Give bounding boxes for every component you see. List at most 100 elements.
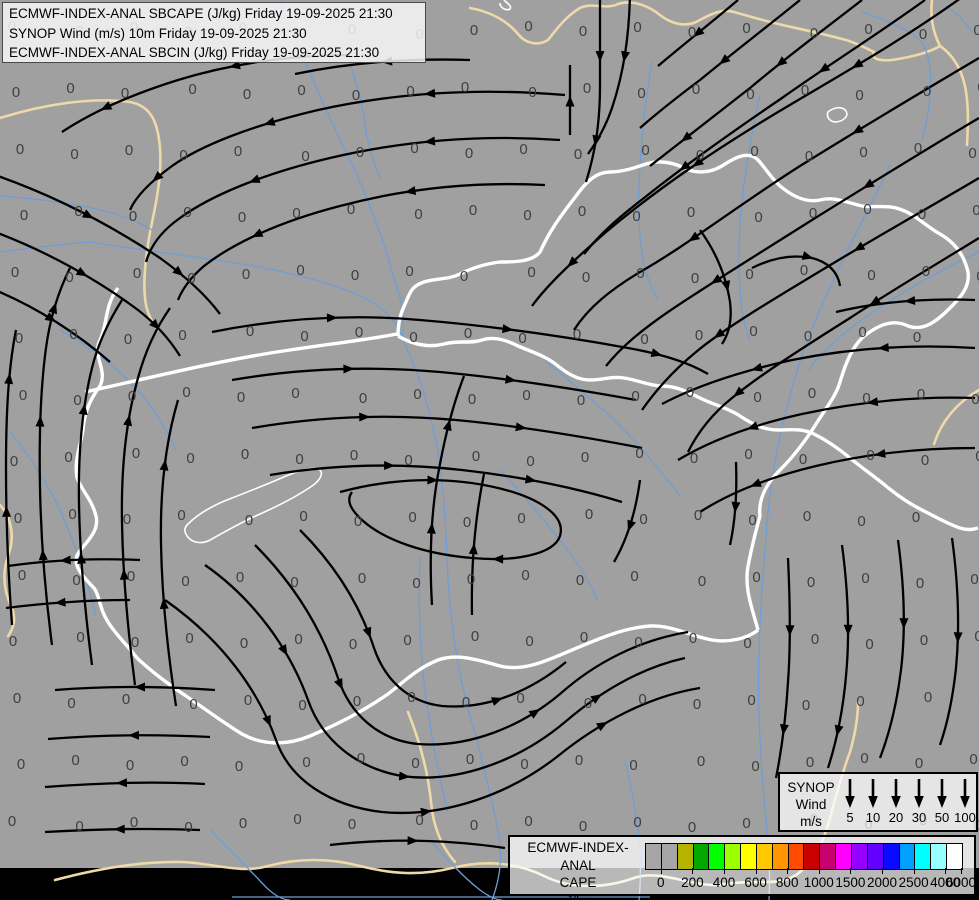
cape-color-cell [803, 844, 820, 869]
wind-scale-entry: 100 [953, 777, 977, 825]
station-value-label: 0 [73, 392, 81, 409]
station-value-label: 0 [472, 448, 480, 465]
station-value-label: 0 [76, 629, 84, 646]
wind-speed-label: 100 [954, 810, 976, 825]
station-value-label: 0 [516, 690, 524, 707]
station-value-label: 0 [803, 508, 811, 525]
station-value-label: 0 [470, 817, 478, 834]
station-value-label: 0 [751, 758, 759, 775]
station-value-label: 0 [861, 570, 869, 587]
station-value-label: 0 [576, 572, 584, 589]
map-title-box: ECMWF-INDEX-ANAL SBCAPE (J/kg) Friday 19… [2, 2, 426, 63]
station-value-label: 0 [524, 18, 532, 35]
station-value-label: 0 [521, 567, 529, 584]
cape-color-cell [740, 844, 756, 869]
wind-speed-label: 30 [911, 810, 927, 825]
station-value-label: 0 [243, 86, 251, 103]
station-value-label: 0 [637, 85, 645, 102]
station-value-label: 0 [466, 751, 474, 768]
station-value-label: 0 [131, 634, 139, 651]
station-value-label: 0 [746, 86, 754, 103]
station-value-label: 0 [526, 453, 534, 470]
station-value-label: 0 [407, 689, 415, 706]
station-value-label: 0 [694, 507, 702, 524]
cape-tick-label: 1000 [803, 875, 834, 890]
station-value-label: 0 [413, 386, 421, 403]
station-value-label: 0 [244, 692, 252, 709]
station-value-label: 0 [66, 80, 74, 97]
station-value-label: 0 [183, 204, 191, 221]
station-value-label: 0 [528, 84, 536, 101]
station-value-label: 0 [177, 507, 185, 524]
wind-scale-entry: 20 [884, 777, 908, 825]
station-value-label: 0 [745, 266, 753, 283]
station-value-label: 0 [72, 572, 80, 589]
cape-tick-mark [818, 868, 820, 874]
station-value-label: 0 [410, 140, 418, 157]
station-value-label: 0 [122, 691, 130, 708]
station-value-label: 0 [351, 267, 359, 284]
station-value-label: 0 [180, 753, 188, 770]
station-value-label: 0 [126, 757, 134, 774]
station-value-label: 0 [632, 208, 640, 225]
station-value-label: 0 [237, 389, 245, 406]
station-value-label: 0 [405, 263, 413, 280]
station-value-label: 0 [406, 83, 414, 100]
station-value-label: 0 [133, 265, 141, 282]
station-value-label: 0 [239, 815, 247, 832]
station-value-label: 0 [749, 323, 757, 340]
station-value-label: 0 [297, 82, 305, 99]
station-value-label: 0 [125, 142, 133, 159]
station-value-label: 0 [807, 574, 815, 591]
station-value-label: 0 [404, 452, 412, 469]
station-value-label: 0 [350, 447, 358, 464]
station-value-label: 0 [356, 144, 364, 161]
station-value-label: 0 [575, 752, 583, 769]
station-value-label: 0 [972, 202, 979, 219]
station-value-label: 0 [292, 205, 300, 222]
station-value-label: 0 [527, 264, 535, 281]
station-value-label: 0 [975, 448, 979, 465]
station-value-label: 0 [9, 633, 17, 650]
station-value-label: 0 [300, 328, 308, 345]
station-value-label: 0 [971, 391, 979, 408]
station-value-label: 0 [470, 22, 478, 39]
station-value-label: 0 [639, 511, 647, 528]
cape-legend-unit: J/kg [565, 892, 591, 900]
station-value-label: 0 [294, 631, 302, 648]
station-value-label: 0 [188, 81, 196, 98]
station-value-label: 0 [302, 754, 310, 771]
cape-color-cell [898, 844, 915, 869]
station-value-label: 0 [690, 450, 698, 467]
wind-scale-entry: 30 [907, 777, 931, 825]
wind-speed-label: 10 [865, 810, 881, 825]
station-value-label: 0 [17, 756, 25, 773]
wind-legend-source: SYNOP [787, 780, 835, 795]
wind-legend-title: SYNOP Wind m/s [780, 774, 842, 830]
wind-scale-entry: 10 [861, 777, 885, 825]
station-value-label: 0 [865, 636, 873, 653]
down-arrow-icon [891, 779, 901, 808]
station-value-label: 0 [409, 329, 417, 346]
wind-speed-label: 50 [934, 810, 950, 825]
station-value-label: 0 [123, 511, 131, 528]
wind-speed-label: 5 [846, 810, 854, 825]
station-value-label: 0 [69, 326, 77, 343]
station-value-label: 0 [68, 506, 76, 523]
wind-legend-unit: m/s [800, 814, 822, 829]
station-value-label: 0 [687, 204, 695, 221]
station-value-label: 0 [580, 629, 588, 646]
station-value-label: 0 [801, 82, 809, 99]
station-value-label: 0 [857, 513, 865, 530]
station-value-label: 0 [524, 813, 532, 830]
station-value-label: 0 [802, 697, 810, 714]
station-value-label: 0 [462, 694, 470, 711]
station-value-label: 0 [468, 391, 476, 408]
station-value-label: 0 [688, 24, 696, 41]
station-value-label: 0 [856, 693, 864, 710]
cape-color-cell [646, 844, 661, 869]
station-value-label: 0 [867, 267, 875, 284]
station-value-label: 0 [517, 510, 525, 527]
station-value-label: 0 [10, 453, 18, 470]
station-value-label: 0 [523, 207, 531, 224]
